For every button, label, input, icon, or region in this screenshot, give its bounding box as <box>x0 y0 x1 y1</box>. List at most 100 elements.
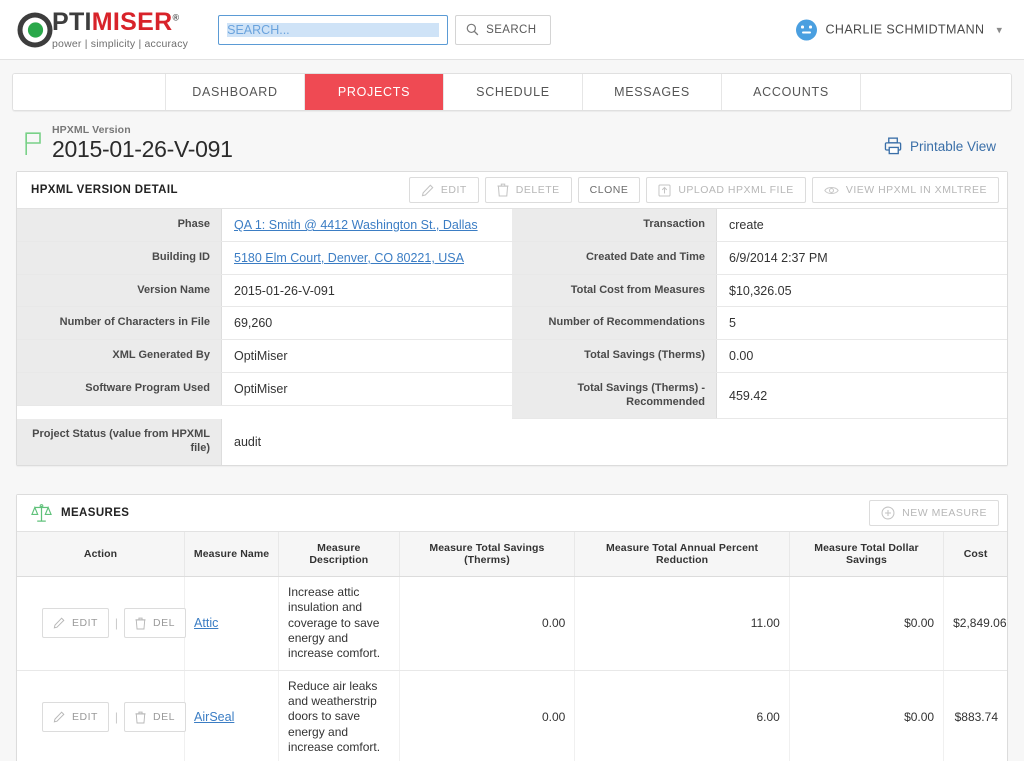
measure-cost-cell: $883.74 <box>943 670 1007 761</box>
column-header-action: Action <box>17 531 186 577</box>
logo-tagline: power | simplicity | accuracy <box>52 37 189 50</box>
detail-label: XML Generated By <box>17 340 222 372</box>
measures-header-row: Action Measure Name Measure Description … <box>17 531 1007 577</box>
measures-panel-actions: NEW MEASURE <box>869 499 999 526</box>
new-measure-button-label: NEW MEASURE <box>902 506 987 519</box>
detail-row-created-date: Created Date and Time 6/9/2014 2:37 PM <box>512 241 1007 275</box>
tab-dashboard[interactable]: DASHBOARD <box>166 74 305 110</box>
action-separator: | <box>114 616 119 631</box>
row-edit-button[interactable]: EDIT <box>42 702 109 733</box>
search-input[interactable] <box>218 14 449 45</box>
row-delete-button[interactable]: DEL <box>124 702 186 733</box>
measures-panel: MEASURES NEW MEASURE Action Measure Name… <box>16 493 1008 761</box>
new-measure-button[interactable]: NEW MEASURE <box>869 499 999 526</box>
printer-icon <box>884 137 903 155</box>
measure-percent-reduction-cell: 11.00 <box>574 576 790 671</box>
measure-total-savings-cell: 0.00 <box>399 576 576 671</box>
measures-table: Action Measure Name Measure Description … <box>17 531 1007 761</box>
page-header: HPXML Version 2015-01-26-V-091 Printable… <box>0 111 1024 171</box>
detail-row-version-name: Version Name 2015-01-26-V-091 <box>17 274 512 308</box>
row-edit-button[interactable]: EDIT <box>42 608 109 639</box>
row-edit-label: EDIT <box>72 711 98 724</box>
detail-right-column: Transaction create Created Date and Time… <box>512 209 1007 420</box>
measure-dollar-savings-cell: $0.00 <box>789 576 945 671</box>
measure-description-cell: Reduce air leaks and weatherstrip doors … <box>278 670 400 761</box>
measure-action-cell: EDIT | DEL <box>17 670 186 761</box>
detail-label: Number of Recommendations <box>512 307 717 340</box>
tab-messages[interactable]: MESSAGES <box>583 74 722 110</box>
plus-circle-icon <box>881 506 895 520</box>
detail-row-num-recommendations: Number of Recommendations 5 <box>512 307 1007 341</box>
nav-shell: DASHBOARD PROJECTS SCHEDULE MESSAGES ACC… <box>0 60 1024 111</box>
nav-left-spacer <box>13 74 166 110</box>
trash-icon <box>135 711 146 724</box>
logo-registered-mark: ® <box>172 12 180 23</box>
detail-row-software-program: Software Program Used OptiMiser <box>17 372 512 406</box>
eye-icon <box>824 185 839 196</box>
chevron-down-icon[interactable]: ▾ <box>996 23 1002 36</box>
measure-name-link[interactable]: Attic <box>194 616 218 630</box>
measures-table-body: EDIT | DEL Attic Increase attic insulati… <box>17 576 1007 761</box>
search-button[interactable]: SEARCH <box>455 14 552 45</box>
edit-button[interactable]: EDIT <box>408 177 479 204</box>
detail-value: create <box>717 209 1007 241</box>
main-nav: DASHBOARD PROJECTS SCHEDULE MESSAGES ACC… <box>12 73 1012 111</box>
printable-view-link[interactable]: Printable View <box>884 137 996 155</box>
detail-value: $10,326.05 <box>717 274 1007 307</box>
column-header-measure-description: Measure Description <box>278 531 400 577</box>
detail-label: Total Cost from Measures <box>512 274 717 307</box>
column-header-cost: Cost <box>943 531 1007 577</box>
tab-accounts[interactable]: ACCOUNTS <box>722 74 861 110</box>
column-header-total-dollar-savings: Measure Total Dollar Savings <box>789 531 945 577</box>
tab-schedule[interactable]: SCHEDULE <box>444 74 583 110</box>
detail-label: Project Status (value from HPXML file) <box>17 419 222 465</box>
clone-button[interactable]: CLONE <box>577 177 641 204</box>
tab-projects[interactable]: PROJECTS <box>305 74 444 110</box>
app-logo[interactable]: PTIMISER® power | simplicity | accuracy <box>14 9 188 51</box>
action-separator: | <box>114 710 119 725</box>
detail-panel-actions: EDIT DELETE CLONE UPLOAD HPXML FILE VIEW… <box>408 177 999 204</box>
view-hpxml-in-xmltree-button[interactable]: VIEW HPXML IN XMLTREE <box>811 177 999 204</box>
measure-description-cell: Increase attic insulation and coverage t… <box>278 576 400 671</box>
nav-right-filler <box>861 74 1011 110</box>
detail-row-project-status: Project Status (value from HPXML file) a… <box>17 419 1007 465</box>
building-id-link[interactable]: 5180 Elm Court, Denver, CO 80221, USA <box>234 251 464 265</box>
row-delete-label: DEL <box>153 711 175 724</box>
detail-value: 6/9/2014 2:37 PM <box>717 241 1007 274</box>
upload-hpxml-file-button[interactable]: UPLOAD HPXML FILE <box>646 177 806 204</box>
pencil-icon <box>53 617 65 629</box>
view-xmltree-button-label: VIEW HPXML IN XMLTREE <box>845 184 987 197</box>
detail-value: 2015-01-26-V-091 <box>222 274 512 307</box>
measure-name-link[interactable]: AirSeal <box>194 710 234 724</box>
table-row: EDIT | DEL AirSeal Reduce air leaks and … <box>17 670 1007 761</box>
search-button-label: SEARCH <box>486 23 537 36</box>
detail-row-char-count: Number of Characters in File 69,260 <box>17 307 512 341</box>
detail-row-total-savings-recommended: Total Savings (Therms) - Recommended 459… <box>512 372 1007 420</box>
logo-text-dark: PTI <box>52 7 92 36</box>
trash-icon <box>497 183 509 197</box>
upload-button-label: UPLOAD HPXML FILE <box>678 184 794 197</box>
detail-label: Total Savings (Therms) - Recommended <box>512 372 717 419</box>
hpxml-version-detail-panel: HPXML VERSION DETAIL EDIT DELETE CLONE U… <box>16 171 1008 466</box>
row-delete-label: DEL <box>153 617 175 630</box>
delete-button[interactable]: DELETE <box>484 177 572 204</box>
trash-icon <box>135 617 146 630</box>
row-delete-button[interactable]: DEL <box>124 608 186 639</box>
detail-label: Number of Characters in File <box>17 307 222 340</box>
detail-value: 69,260 <box>222 307 512 340</box>
measure-cost-cell: $2,849.06 <box>943 576 1007 671</box>
search-area: SEARCH <box>218 14 552 45</box>
page-title: 2015-01-26-V-091 <box>52 136 233 163</box>
detail-panel-header: HPXML VERSION DETAIL EDIT DELETE CLONE U… <box>17 172 1007 210</box>
measure-percent-reduction-cell: 6.00 <box>574 670 790 761</box>
detail-value: 5180 Elm Court, Denver, CO 80221, USA <box>222 241 512 274</box>
user-menu[interactable]: CHARLIE SCHMIDTMANN ▾ <box>796 19 1002 40</box>
page-title-kicker: HPXML Version <box>52 124 131 136</box>
detail-row-xml-generated-by: XML Generated By OptiMiser <box>17 340 512 373</box>
detail-label: Software Program Used <box>17 372 222 405</box>
detail-row-transaction: Transaction create <box>512 209 1007 242</box>
row-edit-label: EDIT <box>72 617 98 630</box>
phase-link[interactable]: QA 1: Smith @ 4412 Washington St., Dalla… <box>234 218 478 232</box>
measure-total-savings-cell: 0.00 <box>399 670 576 761</box>
table-row: EDIT | DEL Attic Increase attic insulati… <box>17 576 1007 671</box>
